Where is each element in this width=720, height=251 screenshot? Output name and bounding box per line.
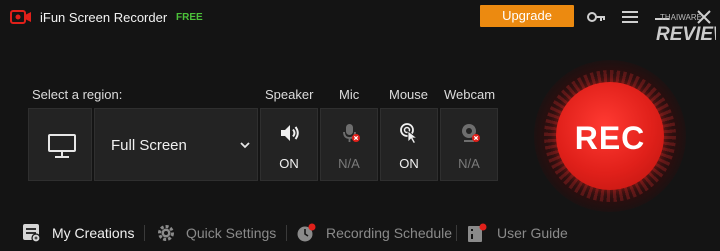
footer-divider: [286, 225, 287, 241]
footer-divider: [456, 225, 457, 241]
quick-settings-label: Quick Settings: [186, 225, 277, 241]
mic-disabled-icon: [343, 124, 360, 142]
schedule-clock-icon: [297, 223, 316, 242]
mic-toggle[interactable]: N/A: [320, 108, 378, 181]
my-creations-icon: [23, 224, 41, 243]
mouse-toggle[interactable]: ON: [380, 108, 438, 181]
speaker-icon: [281, 125, 299, 141]
rec-label: REC: [574, 120, 646, 156]
mic-label: Mic: [339, 87, 360, 102]
free-badge: FREE: [176, 12, 203, 23]
speaker-status: ON: [279, 156, 299, 171]
webcam-status: N/A: [458, 156, 480, 171]
footer-divider: [144, 225, 145, 241]
user-guide-book-icon: [468, 223, 487, 242]
svg-text:REVIEW: REVIEW: [656, 24, 716, 45]
upgrade-button[interactable]: Upgrade: [480, 5, 574, 27]
speaker-label: Speaker: [265, 87, 314, 102]
speaker-toggle[interactable]: ON: [260, 108, 318, 181]
gear-icon: [158, 225, 174, 241]
menu-icon[interactable]: [620, 7, 640, 27]
svg-text:THAIWARE: THAIWARE: [660, 13, 702, 22]
key-icon[interactable]: [586, 7, 606, 27]
webcam-disabled-icon: [462, 124, 480, 142]
monitor-icon: [48, 134, 76, 158]
mouse-status: ON: [399, 156, 419, 171]
rec-button[interactable]: REC: [556, 82, 664, 190]
title-bar: iFun Screen Recorder FREE Upgrade THAIWA…: [0, 0, 720, 45]
user-guide-label: User Guide: [497, 225, 568, 241]
mouse-click-icon: [400, 123, 419, 145]
select-region-label: Select a region:: [32, 87, 123, 102]
region-monitor-button[interactable]: [28, 108, 92, 181]
chevron-down-icon: [240, 142, 250, 149]
mouse-label: Mouse: [389, 87, 429, 102]
app-logo-icon: [10, 10, 31, 24]
recording-schedule-label: Recording Schedule: [326, 225, 453, 241]
rec-button-wrapper: REC: [534, 60, 686, 212]
mic-status: N/A: [338, 156, 360, 171]
region-selected: Full Screen: [111, 137, 187, 154]
webcam-toggle[interactable]: N/A: [440, 108, 498, 181]
app-name: iFun Screen Recorder: [40, 10, 168, 25]
thaiware-review-watermark: THAIWARE REVIEW: [656, 13, 716, 45]
region-dropdown[interactable]: Full Screen: [94, 108, 258, 181]
my-creations-label: My Creations: [52, 225, 135, 241]
webcam-label: Webcam: [444, 87, 496, 102]
